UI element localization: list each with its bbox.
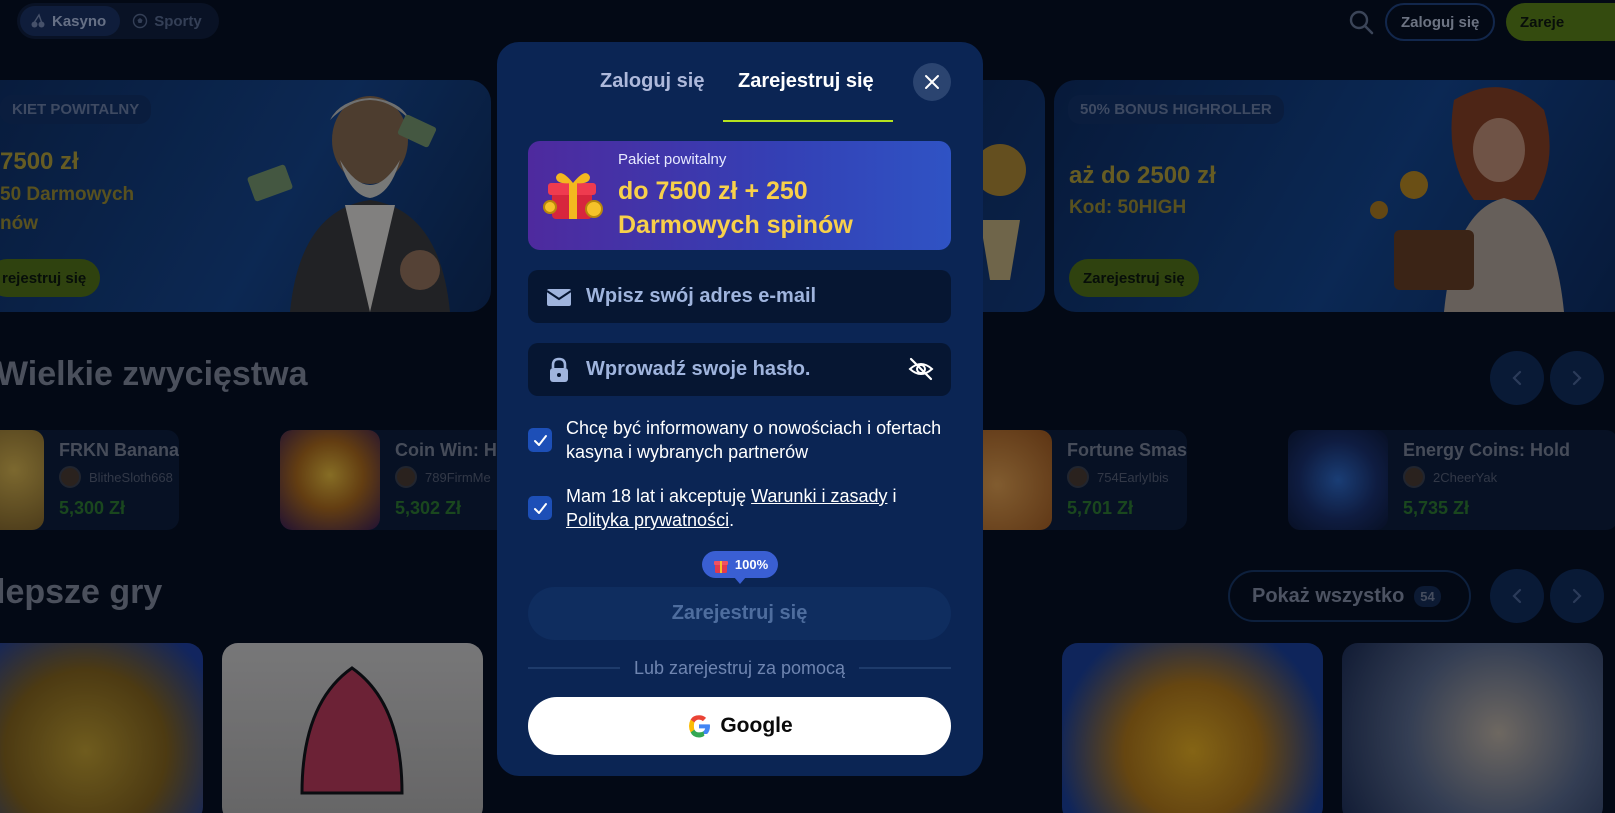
- check-icon: [533, 502, 547, 514]
- email-input[interactable]: [586, 270, 906, 323]
- terms-mid: i: [887, 486, 897, 506]
- eye-off-icon[interactable]: [907, 355, 935, 383]
- bonus-headline: do 7500 zł + 250 Darmowych spinów: [618, 177, 853, 239]
- terms-checkbox[interactable]: [528, 496, 552, 520]
- bonus-percentage: 100%: [734, 557, 769, 572]
- terms-text: Mam 18 lat i akceptuję Warunki i zasady …: [566, 484, 946, 532]
- newsletter-consent: Chcę być informowany o nowościach i ofer…: [528, 416, 951, 466]
- welcome-bonus-banner: Pakiet powitalny do 7500 zł + 250 Darmow…: [528, 141, 951, 250]
- bonus-kicker: Pakiet powitalny: [618, 151, 727, 168]
- active-tab-indicator: [723, 120, 893, 122]
- password-field[interactable]: [528, 343, 951, 396]
- google-label: Google: [720, 714, 793, 737]
- gift-icon: [713, 560, 728, 573]
- newsletter-checkbox[interactable]: [528, 428, 552, 452]
- envelope-icon: [546, 289, 572, 306]
- google-signup-button[interactable]: Google: [528, 697, 951, 755]
- register-modal: Zaloguj się Zarejestruj się Pakiet powit…: [497, 42, 983, 776]
- terms-consent: Mam 18 lat i akceptuję Warunki i zasady …: [528, 484, 951, 534]
- google-icon: [689, 715, 711, 738]
- register-submit-button[interactable]: Zarejestruj się: [528, 587, 951, 640]
- newsletter-text: Chcę być informowany o nowościach i ofer…: [566, 418, 942, 462]
- privacy-link[interactable]: Polityka prywatności: [566, 510, 729, 530]
- divider-line: [859, 667, 951, 669]
- lock-icon: [550, 357, 568, 382]
- auth-tabs: Zaloguj się Zarejestruj się: [497, 42, 983, 124]
- close-icon: [925, 75, 939, 89]
- social-divider: Lub zarejestruj za pomocą: [528, 656, 951, 680]
- password-input[interactable]: [586, 343, 906, 396]
- divider-line: [528, 667, 620, 669]
- gift-icon: [543, 173, 603, 219]
- terms-prefix: Mam 18 lat i akceptuję: [566, 486, 752, 506]
- tab-register[interactable]: Zarejestruj się: [738, 70, 874, 93]
- email-field[interactable]: [528, 270, 951, 323]
- divider-text: Lub zarejestruj za pomocą: [633, 657, 846, 678]
- close-button[interactable]: [913, 63, 951, 101]
- terms-suffix: .: [729, 510, 735, 530]
- terms-link[interactable]: Warunki i zasady: [751, 486, 887, 506]
- tab-login[interactable]: Zaloguj się: [600, 70, 704, 93]
- bonus-percentage-badge: 100%: [702, 551, 778, 584]
- check-icon: [533, 434, 547, 446]
